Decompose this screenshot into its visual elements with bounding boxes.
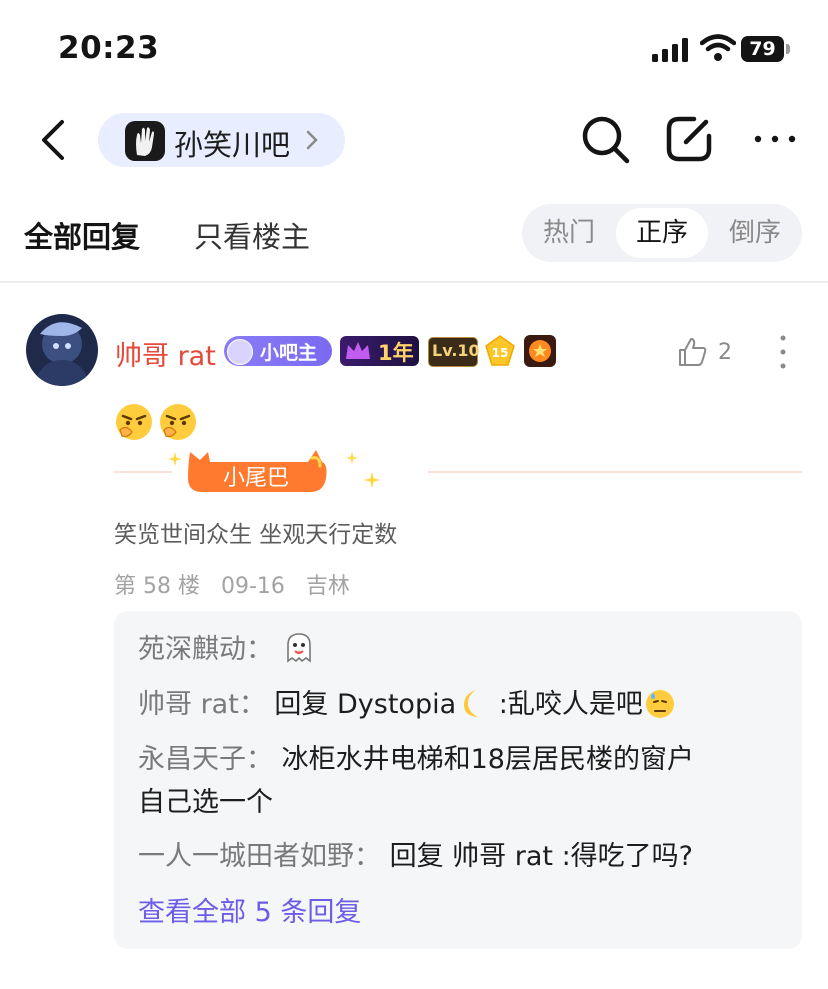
rank-badge: 15 (483, 334, 517, 368)
divider (114, 471, 172, 473)
reply-item[interactable]: 帅哥 rat： 回复 Dystopia :乱咬人是吧 (138, 681, 677, 729)
sort-descending[interactable]: 倒序 (708, 204, 802, 262)
sort-toggle: 热门 正序 倒序 (522, 204, 802, 262)
reply-text-continued: 自己选一个 (138, 787, 273, 818)
reply-item[interactable]: 永昌天子： 冰柜水井电梯和18层居民楼的窗户 (138, 736, 694, 784)
moderator-badge: 小吧主 (224, 336, 332, 366)
ghost-emoji (286, 633, 311, 663)
sparkle-icon (346, 452, 358, 464)
edit-post-icon[interactable] (664, 114, 714, 164)
chevron-right-icon (306, 130, 318, 150)
forum-avatar (125, 121, 165, 161)
reply-item[interactable]: 苑深麒动： (138, 626, 316, 674)
sparkle-icon (168, 452, 182, 466)
moon-emoji (464, 690, 479, 717)
sweat-thinking-emoji (645, 690, 674, 718)
vertical-more-icon[interactable] (778, 334, 788, 370)
membership-years-badge: 1年 (340, 336, 419, 366)
post-date: 09-16 (220, 574, 285, 599)
reply-text: :乱咬人是吧 (490, 689, 643, 720)
sort-ascending[interactable]: 正序 (616, 204, 708, 262)
status-time: 20:23 (58, 30, 160, 66)
wifi-icon (700, 34, 736, 61)
battery-indicator: 79 (741, 36, 791, 62)
reply-text: 回复 Dystopia (274, 689, 457, 720)
tail-badge: 小尾巴 (184, 448, 328, 496)
post-location: 吉林 (305, 574, 350, 599)
reply-author: 一人一城田者如野： (138, 841, 381, 872)
forum-chip[interactable]: 孙笑川吧 (98, 113, 345, 167)
reply-author: 苑深麒动： (138, 634, 273, 665)
angry-shush-emoji (160, 404, 196, 440)
more-options-icon[interactable] (752, 124, 798, 154)
signature-text: 笑览世间众生 坐观天行定数 (114, 522, 398, 548)
reply-text: 冰柜水井电梯和18层居民楼的窗户 (281, 744, 694, 775)
divider (428, 471, 802, 473)
search-icon[interactable] (580, 114, 632, 166)
reply-author: 永昌天子： (138, 744, 273, 775)
thumbs-up-icon[interactable] (676, 336, 708, 368)
back-arrow-icon[interactable] (36, 118, 72, 162)
svg-text:15: 15 (492, 346, 509, 360)
tab-all-replies[interactable]: 全部回复 (24, 214, 140, 256)
medal-icon (524, 335, 556, 367)
angry-shush-emoji (116, 404, 152, 440)
battery-level: 79 (741, 36, 784, 62)
tab-owner-only[interactable]: 只看楼主 (194, 214, 310, 256)
avatar[interactable] (26, 314, 98, 386)
sort-hot[interactable]: 热门 (522, 204, 616, 262)
level-badge: Lv.10 (428, 337, 480, 367)
sparkle-icon (364, 472, 380, 488)
post-meta: 第 58 楼 09-16 吉林 (114, 568, 350, 600)
forum-name: 孙笑川吧 (174, 128, 291, 162)
reply-author: 帅哥 rat： (138, 689, 266, 720)
crown-icon (346, 342, 370, 359)
cellular-signal-icon (652, 38, 692, 62)
tail-label: 小尾巴 (222, 466, 289, 491)
floor-number: 第 58 楼 (114, 574, 200, 599)
reply-text: 回复 帅哥 rat :得吃了吗? (389, 841, 694, 872)
reply-preview-box[interactable]: 苑深麒动： 帅哥 rat： 回复 Dystopia :乱咬人是吧 永昌天子： 冰… (114, 611, 802, 949)
username[interactable]: 帅哥 rat (115, 334, 216, 373)
reply-item[interactable]: 一人一城田者如野： 回复 帅哥 rat :得吃了吗? (138, 833, 693, 881)
divider (0, 281, 828, 283)
view-all-replies-link[interactable]: 查看全部 5 条回复 (138, 890, 361, 929)
like-count: 2 (718, 340, 732, 365)
